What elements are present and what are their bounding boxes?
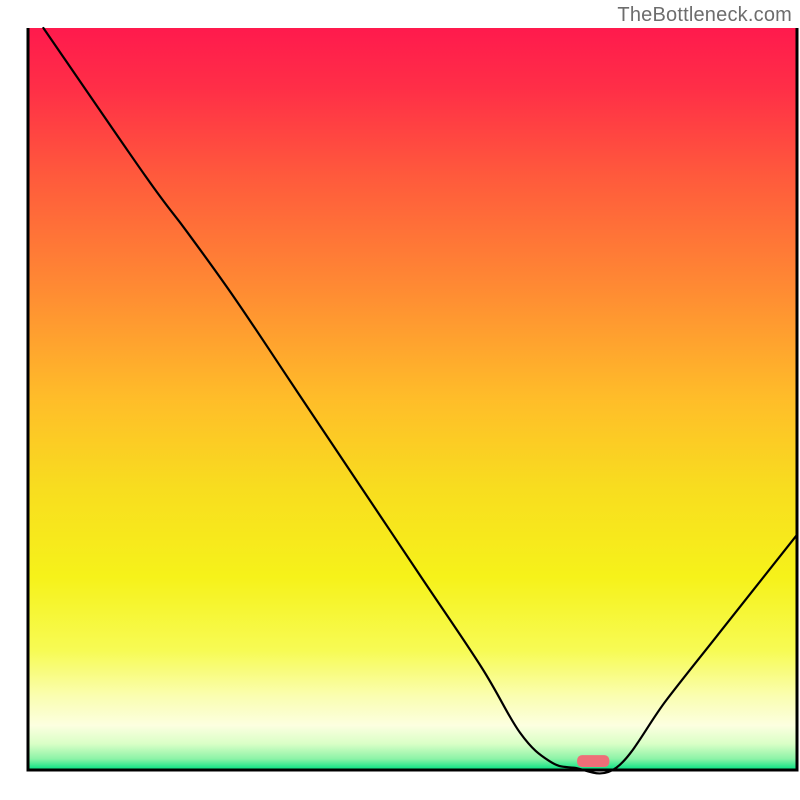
chart-container: TheBottleneck.com (0, 0, 800, 800)
bottleneck-chart (0, 0, 800, 800)
optimal-range-marker (577, 755, 609, 767)
gradient-background (28, 28, 797, 770)
watermark-text: TheBottleneck.com (617, 4, 792, 27)
